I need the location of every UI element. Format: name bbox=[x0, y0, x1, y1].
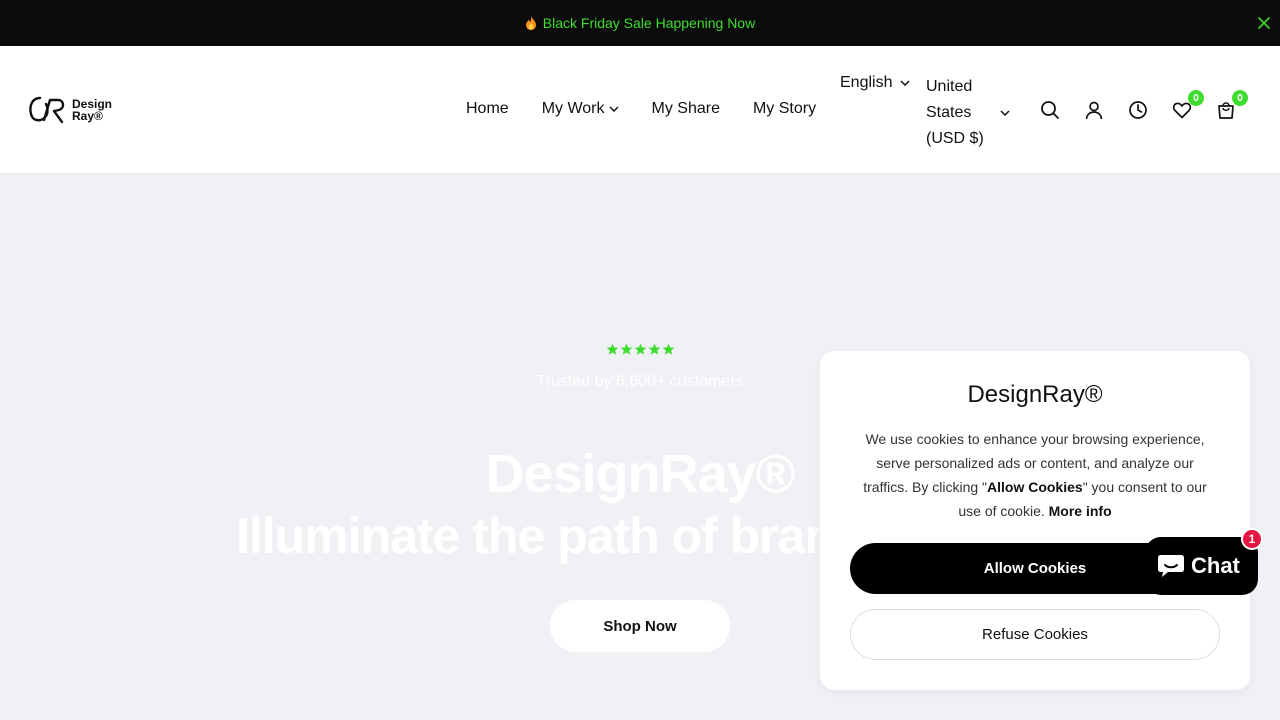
star-icon bbox=[620, 343, 633, 355]
search-button[interactable] bbox=[1040, 100, 1060, 120]
recently-viewed-button[interactable] bbox=[1128, 100, 1148, 120]
logo-line-2: Ray® bbox=[72, 109, 103, 123]
nav-home-label: Home bbox=[466, 100, 509, 117]
cookie-title: DesignRay® bbox=[967, 381, 1103, 408]
cookie-message: We use cookies to enhance your browsing … bbox=[858, 427, 1212, 523]
site-header: Design Ray® Home My Work My Share My Sto… bbox=[0, 46, 1280, 174]
currency-selector[interactable]: United States (USD $) bbox=[926, 74, 1010, 152]
chat-label: Chat bbox=[1191, 553, 1240, 578]
cookie-message-bold: Allow Cookies bbox=[987, 479, 1083, 495]
star-icon bbox=[662, 343, 675, 355]
nav-my-story-label: My Story bbox=[752, 100, 817, 117]
header-icons: 0 0 bbox=[1040, 90, 1248, 120]
close-icon[interactable] bbox=[1256, 15, 1272, 31]
currency-label: United States (USD $) bbox=[926, 78, 984, 147]
nav-my-share-label: My Share bbox=[651, 100, 720, 117]
chevron-down-icon bbox=[1000, 110, 1010, 116]
cookie-consent-dialog: DesignRay® We use cookies to enhance you… bbox=[820, 351, 1250, 690]
account-icon bbox=[1085, 101, 1103, 120]
chevron-down-icon bbox=[608, 106, 619, 112]
recently-viewed-icon bbox=[1129, 101, 1147, 119]
chat-bubble-icon bbox=[1158, 555, 1184, 577]
star-icon bbox=[634, 343, 647, 355]
search-icon bbox=[1041, 101, 1059, 119]
chat-notification-badge: 1 bbox=[1241, 528, 1263, 550]
logo[interactable]: Design Ray® bbox=[28, 94, 112, 126]
logo-text: Design Ray® bbox=[72, 98, 112, 122]
nav-my-work-label: My Work bbox=[541, 100, 605, 117]
cart-button[interactable]: 0 bbox=[1216, 90, 1248, 120]
language-selector[interactable]: English bbox=[840, 74, 911, 92]
more-info-link[interactable]: More info bbox=[1049, 503, 1112, 519]
nav-home[interactable]: Home bbox=[466, 100, 509, 118]
refuse-cookies-button[interactable]: Refuse Cookies bbox=[850, 609, 1220, 660]
hero-subtitle: Illuminate the path of bran bbox=[236, 508, 835, 564]
wishlist-button[interactable]: 0 bbox=[1172, 90, 1204, 120]
nav-my-story[interactable]: My Story bbox=[753, 100, 816, 118]
fire-icon bbox=[525, 16, 536, 30]
nav-my-work[interactable]: My Work bbox=[542, 100, 619, 118]
announcement-bar: Black Friday Sale Happening Now bbox=[0, 0, 1280, 46]
star-icon bbox=[648, 343, 661, 355]
language-label: English bbox=[840, 74, 893, 91]
nav-my-share[interactable]: My Share bbox=[652, 100, 720, 118]
wishlist-count-badge: 0 bbox=[1188, 90, 1204, 106]
logo-mark-icon bbox=[29, 96, 65, 124]
announcement-message[interactable]: Black Friday Sale Happening Now bbox=[525, 15, 755, 31]
cart-count-badge: 0 bbox=[1232, 90, 1248, 106]
rating-stars bbox=[606, 343, 675, 356]
shop-now-button[interactable]: Shop Now bbox=[550, 600, 730, 652]
chevron-down-icon bbox=[900, 80, 911, 86]
announcement-text: Black Friday Sale Happening Now bbox=[542, 15, 756, 31]
chat-button[interactable]: Chat bbox=[1145, 537, 1258, 595]
main-nav: Home My Work My Share My Story bbox=[466, 100, 816, 118]
star-icon bbox=[606, 343, 619, 355]
account-button[interactable] bbox=[1084, 100, 1104, 120]
